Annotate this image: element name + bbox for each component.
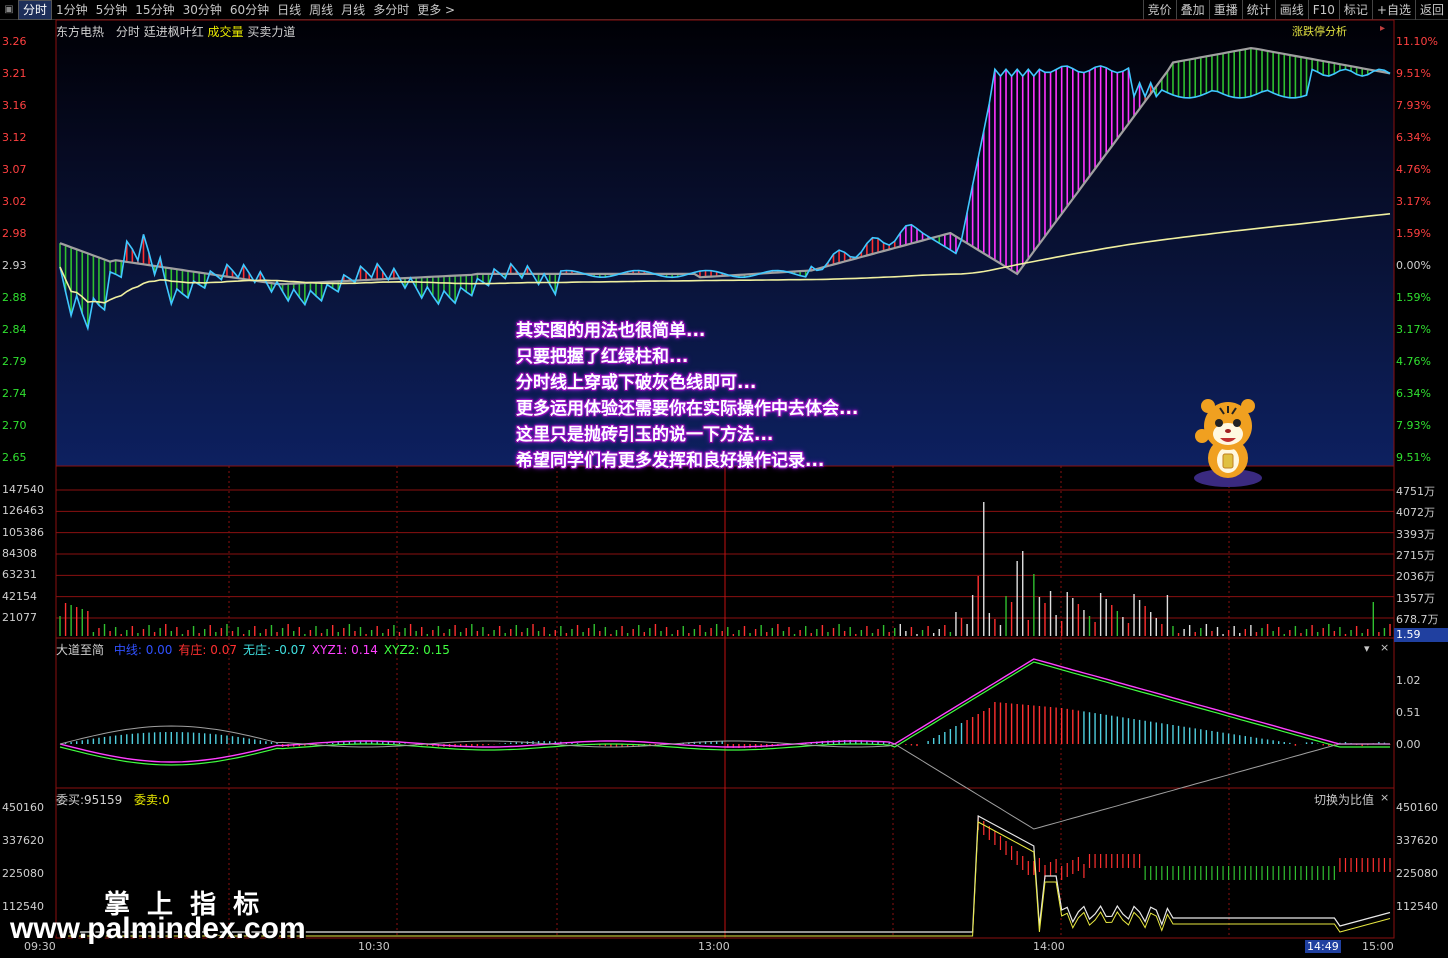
volume-ratio-tag: 1.59	[1394, 628, 1448, 642]
grey-band-line	[59, 46, 1391, 286]
price-left-label-3: 3.12	[2, 131, 27, 144]
price-right-label-11: 6.34%	[1396, 387, 1431, 400]
indicator-dropdown-icon[interactable]: ▾	[1364, 642, 1370, 655]
overlay-line-1: 只要把握了红绿柱和...	[516, 347, 689, 367]
overlay-line-2: 分时线上穿或下破灰色线即可...	[516, 373, 757, 393]
time-label-5: 15:00	[1362, 940, 1394, 953]
price-left-label-1: 3.21	[2, 67, 27, 80]
order-left-label-1: 337620	[2, 834, 44, 847]
price-right-label-3: 6.34%	[1396, 131, 1431, 144]
order-close-icon[interactable]: ×	[1380, 791, 1389, 804]
indicator-name: 廷进枫叶红	[143, 25, 204, 39]
order-panel-title: 委买:95159 委卖:0	[56, 791, 170, 808]
order-right-label-1: 337620	[1396, 834, 1438, 847]
order-right-label-0: 450160	[1396, 801, 1438, 814]
price-left-label-0: 3.26	[2, 35, 27, 48]
indicator-panel-name: 大道至简	[56, 643, 105, 657]
expand-icon[interactable]: ▸	[1380, 23, 1385, 34]
time-axis: 09:30 10:30 13:00 14:00 14:49 15:00	[0, 938, 1448, 958]
price-right-label-2: 7.93%	[1396, 99, 1431, 112]
time-label-1: 10:30	[358, 940, 390, 953]
volume-left-label-0: 147540	[2, 483, 44, 496]
volume-right-label-2: 3393万	[1396, 527, 1435, 541]
volume-right-label-4: 2036万	[1396, 570, 1435, 584]
tiger-mascot-icon	[1194, 399, 1262, 487]
price-right-label-12: 7.93%	[1396, 419, 1431, 432]
volume-right-label-1: 4072万	[1396, 506, 1435, 520]
chart-mode: 分时	[115, 25, 140, 39]
price-left-label-9: 2.84	[2, 323, 27, 336]
time-label-0: 09:30	[24, 940, 56, 953]
indicator-right-label-0: 1.02	[1396, 674, 1421, 687]
indicator-panel-title: 大道至简 中线: 0.00 有庄: 0.07 无庄: -0.07 XYZ1: 0.14…	[56, 641, 450, 658]
buy-order-label: 委买:95159	[56, 793, 123, 807]
time-label-4: 14:49	[1305, 940, 1341, 953]
volume-left-label-5: 42154	[2, 589, 37, 603]
overlay-line-3: 更多运用体验还需要你在实际操作中去体会...	[516, 399, 859, 419]
price-panel-title: 东方电热 分时 廷进枫叶红 成交量 买卖力道	[56, 23, 295, 40]
intraday-price-line	[59, 65, 1391, 332]
order-right-label-2: 225080	[1396, 867, 1438, 880]
volume-right-label-6: 678.7万	[1396, 613, 1439, 626]
price-left-label-4: 3.07	[2, 163, 27, 176]
time-label-3: 14:00	[1033, 940, 1065, 953]
price-left-label-7: 2.93	[2, 259, 27, 272]
indicator-field-2: 无庄: -0.07	[243, 643, 306, 657]
price-right-label-5: 3.17%	[1396, 195, 1431, 208]
order-left-label-0: 450160	[2, 801, 44, 814]
indicator-field-0: 中线: 0.00	[113, 643, 173, 657]
volume-left-label-1: 126463	[2, 504, 44, 518]
indicator-field-4: XYZ2: 0.15	[383, 643, 450, 657]
price-left-label-13: 2.65	[2, 451, 27, 464]
price-right-label-1: 9.51%	[1396, 67, 1431, 80]
volume-left-label-4: 63231	[2, 568, 37, 582]
indicator-field-3: XYZ1: 0.14	[311, 643, 378, 657]
average-price-line	[59, 213, 1391, 304]
price-right-label-8: 1.59%	[1396, 291, 1431, 304]
order-left-label-2: 225080	[2, 867, 44, 880]
price-right-label-0: 11.10%	[1396, 35, 1438, 48]
price-left-label-5: 3.02	[2, 195, 27, 208]
price-left-label-8: 2.88	[2, 291, 27, 304]
price-right-label-7: 0.00%	[1396, 259, 1431, 272]
indicator-right-label-1: 0.51	[1396, 706, 1421, 719]
overlay-line-0: 其实图的用法也很简单...	[516, 321, 706, 341]
indicator-right-label-2: 0.00	[1396, 738, 1421, 751]
limit-analysis-button[interactable]: 涨跌停分析	[1292, 23, 1347, 39]
price-left-label-10: 2.79	[2, 355, 27, 368]
price-left-label-11: 2.74	[2, 387, 27, 400]
overlay-line-4: 这里只是抛砖引玉的说一下方法...	[516, 425, 774, 445]
power-label: 买卖力道	[247, 25, 296, 39]
price-right-label-9: 3.17%	[1396, 323, 1431, 336]
switch-ratio-button[interactable]: 切换为比值	[1314, 791, 1374, 808]
indicator-field-1: 有庄: 0.07	[178, 643, 237, 657]
price-left-label-6: 2.98	[2, 227, 27, 240]
volume-right-label-0: 4751万	[1396, 485, 1435, 498]
price-right-label-13: 9.51%	[1396, 451, 1431, 464]
stock-name: 东方电热	[56, 25, 105, 39]
volume-left-label-6: 21077	[2, 611, 37, 624]
price-right-label-4: 4.76%	[1396, 163, 1431, 176]
volume-right-label-3: 2715万	[1396, 549, 1435, 562]
price-left-label-2: 3.16	[2, 99, 27, 112]
price-left-label-12: 2.70	[2, 419, 27, 432]
overlay-line-5: 希望同学们有更多发挥和良好操作记录...	[516, 451, 825, 471]
volume-left-label-2: 105386	[2, 525, 44, 539]
volume-left-label-3: 84308	[2, 547, 37, 560]
indicator-close-icon[interactable]: ×	[1380, 641, 1389, 654]
order-right-label-3: 112540	[1396, 900, 1438, 913]
price-right-label-10: 4.76%	[1396, 355, 1431, 368]
volume-right-label-5: 1357万	[1396, 591, 1435, 605]
price-right-label-6: 1.59%	[1396, 227, 1431, 240]
volume-label: 成交量	[207, 25, 244, 39]
overlay-annotation: 其实图的用法也很简单... 只要把握了红绿柱和... 分时线上穿或下破灰色线即可..…	[516, 318, 858, 474]
time-label-2: 13:00	[698, 940, 730, 953]
sell-order-label: 委卖:0	[134, 793, 170, 807]
